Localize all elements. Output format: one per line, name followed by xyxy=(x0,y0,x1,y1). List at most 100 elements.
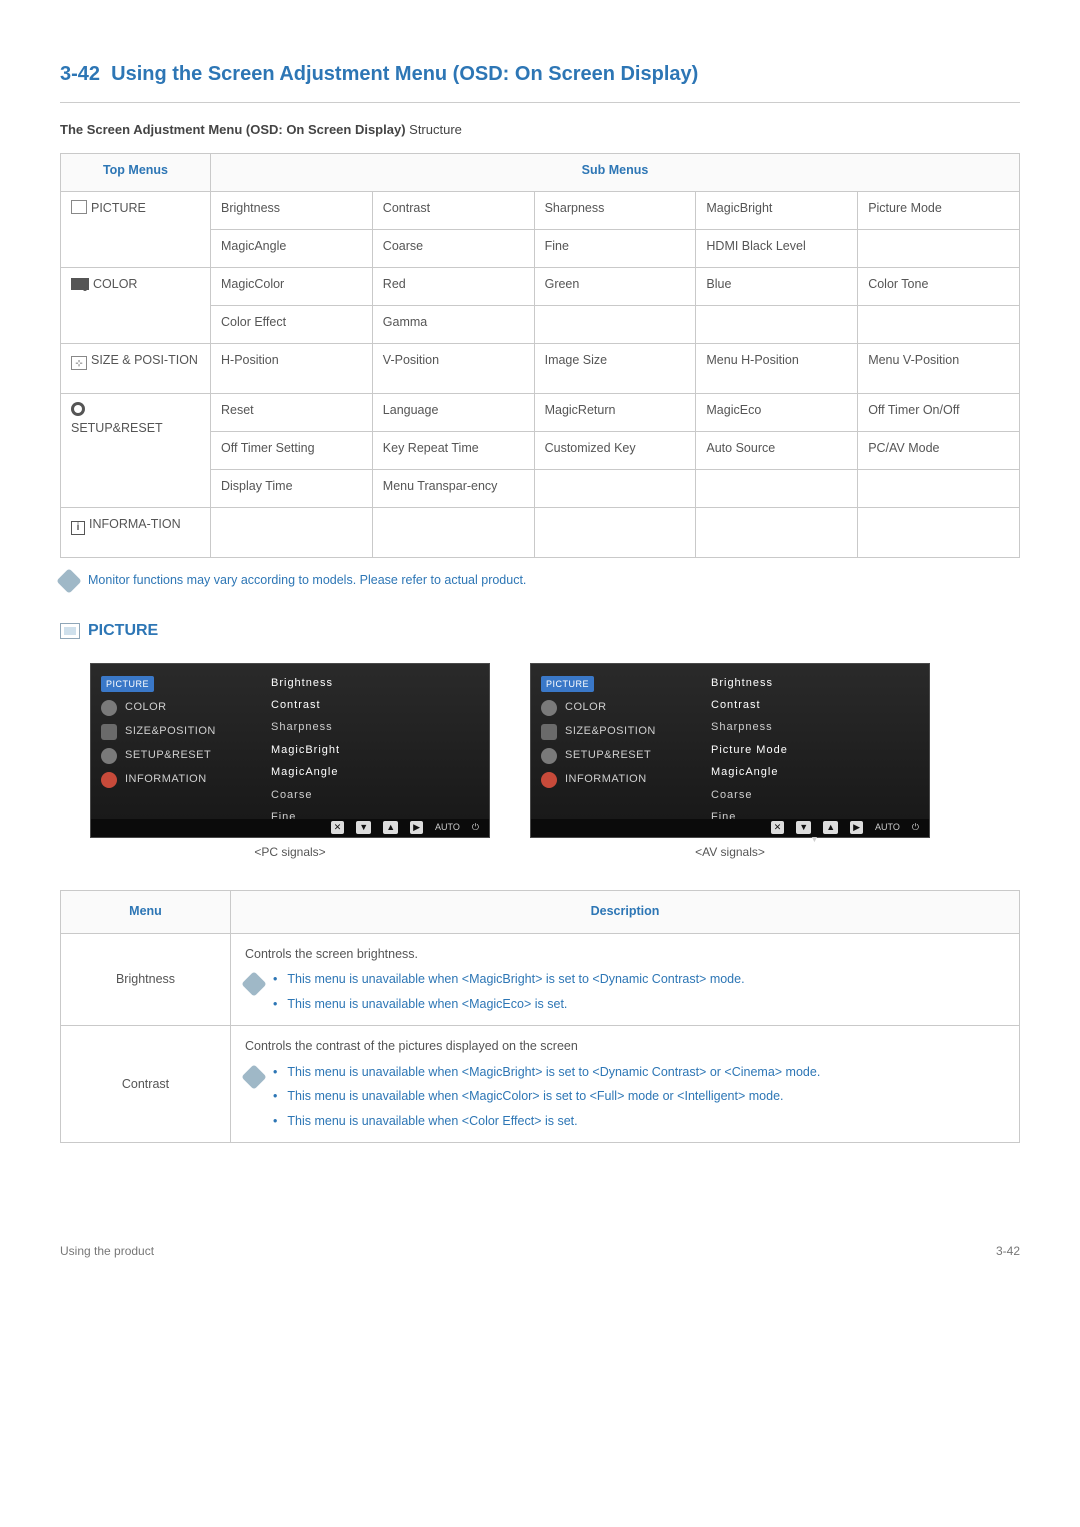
cell: MagicBright xyxy=(696,192,858,230)
note-item: This menu is unavailable when <Color Eff… xyxy=(273,1113,820,1131)
osd-opt: Contrast xyxy=(271,698,479,713)
down-icon: ▼ xyxy=(356,821,371,834)
divider xyxy=(60,102,1020,103)
osd-nav: PICTURE COLOR SIZE&POSITION SETUP&RESET … xyxy=(91,664,261,837)
osd-opt: Coarse xyxy=(271,788,479,803)
topmenu-sizepos: ⊹SIZE & POSI-TION xyxy=(61,344,211,394)
menu-structure-table: Top Menus Sub Menus PICTURE Brightness C… xyxy=(60,153,1020,558)
auto-label: AUTO xyxy=(875,821,900,834)
desc-brightness-notes: This menu is unavailable when <MagicBrig… xyxy=(245,971,1005,1013)
page-footer: Using the product 3-42 xyxy=(60,1243,1020,1260)
cell: Brightness xyxy=(211,192,373,230)
info-nav-icon xyxy=(101,772,117,788)
topmenu-color: COLOR xyxy=(61,268,211,344)
osd-opt: MagicBright xyxy=(271,743,479,758)
note-item: This menu is unavailable when <MagicBrig… xyxy=(273,1064,820,1082)
section-picture-head: PICTURE xyxy=(60,620,1020,642)
down-icon: ▼ xyxy=(796,821,811,834)
sizepos-icon: ⊹ xyxy=(71,356,87,370)
osd-pc: PICTURE COLOR SIZE&POSITION SETUP&RESET … xyxy=(90,663,490,838)
color-icon xyxy=(71,278,89,290)
cell xyxy=(858,306,1020,344)
gear-nav-icon xyxy=(541,748,557,764)
cell xyxy=(534,470,696,508)
desc-brightness-name: Brightness xyxy=(61,933,231,1026)
osd-nav-color: COLOR xyxy=(101,700,251,716)
palette-icon xyxy=(101,700,117,716)
cell: Auto Source xyxy=(696,432,858,470)
power-icon: ⏻ xyxy=(912,821,919,834)
picture-section-icon xyxy=(60,623,80,639)
cell: Gamma xyxy=(372,306,534,344)
osd-opt: Contrast xyxy=(711,698,919,713)
osd-nav-sizepos: SIZE&POSITION xyxy=(101,724,251,740)
th-top-menus: Top Menus xyxy=(61,154,211,192)
th-sub-menus: Sub Menus xyxy=(211,154,1020,192)
cell: Menu V-Position xyxy=(858,344,1020,394)
th-desc-menu: Menu xyxy=(61,891,231,934)
cell: Display Time xyxy=(211,470,373,508)
cell xyxy=(858,508,1020,558)
cell xyxy=(372,508,534,558)
osd-opt: MagicAngle xyxy=(711,765,919,780)
desc-brightness-cell: Controls the screen brightness. This men… xyxy=(231,933,1020,1026)
cell: Menu H-Position xyxy=(696,344,858,394)
subtitle-tail: Structure xyxy=(406,122,462,137)
desc-contrast-line: Controls the contrast of the pictures di… xyxy=(245,1038,1005,1056)
cell xyxy=(696,306,858,344)
osd-options-av: Brightness Contrast Sharpness Picture Mo… xyxy=(701,664,929,837)
osd-opt: Sharpness xyxy=(711,720,919,735)
osd-illustrations: PICTURE COLOR SIZE&POSITION SETUP&RESET … xyxy=(60,663,1020,861)
note-item: This menu is unavailable when <MagicBrig… xyxy=(273,971,745,989)
desc-contrast-cell: Controls the contrast of the pictures di… xyxy=(231,1026,1020,1143)
desc-contrast-notes: This menu is unavailable when <MagicBrig… xyxy=(245,1064,1005,1131)
osd-bottom-bar: ✕ ▼ ▲ ▶ AUTO ⏻ xyxy=(91,819,489,837)
osd-nav-info: INFORMATION xyxy=(541,772,691,788)
note-item: This menu is unavailable when <MagicEco>… xyxy=(273,996,745,1014)
osd-nav-picture: PICTURE xyxy=(101,676,251,693)
cell: HDMI Black Level xyxy=(696,230,858,268)
cell xyxy=(211,508,373,558)
note-icon xyxy=(241,972,266,997)
description-table: Menu Description Brightness Controls the… xyxy=(60,890,1020,1143)
cell: MagicColor xyxy=(211,268,373,306)
subtitle-bold: The Screen Adjustment Menu (OSD: On Scre… xyxy=(60,122,406,137)
close-icon: ✕ xyxy=(771,821,785,834)
up-icon: ▲ xyxy=(383,821,398,834)
cell: Picture Mode xyxy=(858,192,1020,230)
note-text: Monitor functions may vary according to … xyxy=(88,572,526,590)
sizepos-nav-icon xyxy=(101,724,117,740)
up-icon: ▲ xyxy=(823,821,838,834)
cell: PC/AV Mode xyxy=(858,432,1020,470)
osd-opt: Brightness xyxy=(711,676,919,691)
cell: Image Size xyxy=(534,344,696,394)
section-picture-label: PICTURE xyxy=(88,620,158,642)
cell: Blue xyxy=(696,268,858,306)
cell: Fine xyxy=(534,230,696,268)
cell: Contrast xyxy=(372,192,534,230)
osd-nav-setup: SETUP&RESET xyxy=(541,748,691,764)
topmenu-setup: SETUP&RESET xyxy=(61,394,211,508)
cell xyxy=(534,508,696,558)
auto-label: AUTO xyxy=(435,821,460,834)
title-text: Using the Screen Adjustment Menu (OSD: O… xyxy=(111,63,698,85)
sizepos-nav-icon xyxy=(541,724,557,740)
osd-opt: Brightness xyxy=(271,676,479,691)
cell: Color Effect xyxy=(211,306,373,344)
note-icon xyxy=(241,1064,266,1089)
cell: Green xyxy=(534,268,696,306)
cell xyxy=(696,470,858,508)
osd-opt: Coarse xyxy=(711,788,919,803)
cell: Sharpness xyxy=(534,192,696,230)
osd-bottom-bar: ✕ ▼ ▲ ▶ AUTO ⏻ xyxy=(531,819,929,837)
note-item: This menu is unavailable when <MagicColo… xyxy=(273,1088,820,1106)
osd-opt: Picture Mode xyxy=(711,743,919,758)
cell: H-Position xyxy=(211,344,373,394)
desc-brightness-line: Controls the screen brightness. xyxy=(245,946,1005,964)
topmenu-picture: PICTURE xyxy=(61,192,211,268)
osd-nav-setup: SETUP&RESET xyxy=(101,748,251,764)
osd-opt: MagicAngle xyxy=(271,765,479,780)
power-icon: ⏻ xyxy=(472,821,479,834)
note-icon xyxy=(56,568,81,593)
cell: V-Position xyxy=(372,344,534,394)
